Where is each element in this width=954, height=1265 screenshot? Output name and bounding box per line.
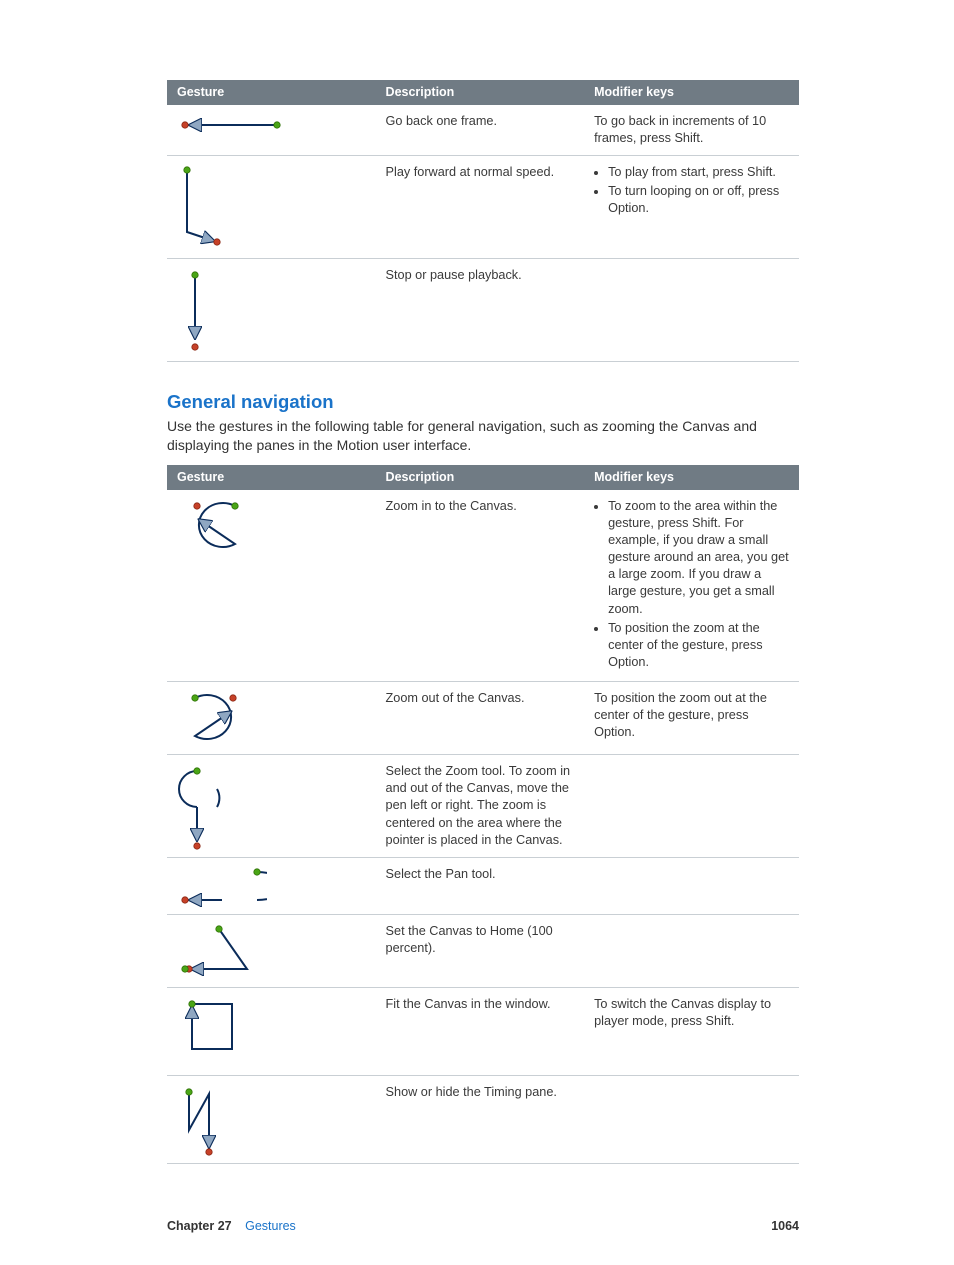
- table-row: Select the Zoom tool. To zoom in and out…: [167, 755, 799, 858]
- desc-cell: Zoom out of the Canvas.: [376, 682, 585, 755]
- gesture-table-playback: Gesture Description Modifier keys Go bac…: [167, 80, 799, 362]
- header-description: Description: [376, 80, 585, 105]
- page-footer: Chapter 27 Gestures 1064: [167, 1210, 799, 1235]
- modifier-cell: To switch the Canvas display to player m…: [584, 988, 799, 1076]
- gesture-play-forward-icon: [177, 162, 247, 252]
- desc-cell: Fit the Canvas in the window.: [376, 988, 585, 1076]
- section-intro: Use the gestures in the following table …: [167, 417, 799, 455]
- desc-cell: Show or hide the Timing pane.: [376, 1076, 585, 1164]
- footer-chapter-label: Chapter 27: [167, 1219, 232, 1233]
- header-modifier-keys: Modifier keys: [584, 465, 799, 490]
- desc-cell: Zoom in to the Canvas.: [376, 490, 585, 682]
- header-gesture: Gesture: [167, 465, 376, 490]
- modifier-list: To play from start, press Shift. To turn…: [594, 164, 789, 217]
- table-row: Set the Canvas to Home (100 percent).: [167, 915, 799, 988]
- modifier-list: To zoom to the area within the gesture, …: [594, 498, 789, 671]
- gesture-timing-pane-icon: [177, 1082, 247, 1157]
- modifier-cell: [584, 915, 799, 988]
- table-row: Show or hide the Timing pane.: [167, 1076, 799, 1164]
- header-gesture: Gesture: [167, 80, 376, 105]
- gesture-table-navigation: Gesture Description Modifier keys Zoom i…: [167, 465, 799, 1164]
- list-item: To play from start, press Shift.: [608, 164, 789, 181]
- desc-cell: Select the Zoom tool. To zoom in and out…: [376, 755, 585, 858]
- gesture-go-back-one-frame-icon: [177, 111, 287, 139]
- list-item: To position the zoom at the center of th…: [608, 620, 789, 671]
- header-description: Description: [376, 465, 585, 490]
- table-row: Play forward at normal speed. To play fr…: [167, 156, 799, 259]
- header-modifier-keys: Modifier keys: [584, 80, 799, 105]
- table-row: Select the Pan tool.: [167, 858, 799, 915]
- gesture-zoom-out-icon: [177, 688, 257, 748]
- desc-cell: Play forward at normal speed.: [376, 156, 585, 259]
- section-title-general-navigation: General navigation: [167, 390, 799, 415]
- page-number: 1064: [771, 1218, 799, 1235]
- list-item: To zoom to the area within the gesture, …: [608, 498, 789, 618]
- gesture-fit-window-icon: [177, 994, 247, 1069]
- modifier-cell: [584, 259, 799, 362]
- desc-cell: Go back one frame.: [376, 105, 585, 156]
- modifier-cell: To position the zoom out at the center o…: [584, 682, 799, 755]
- gesture-zoom-tool-icon: [177, 761, 237, 851]
- modifier-cell: [584, 858, 799, 915]
- gesture-stop-playback-icon: [177, 265, 217, 355]
- modifier-cell: [584, 755, 799, 858]
- modifier-cell: To go back in increments of 10 frames, p…: [584, 105, 799, 156]
- table-row: Zoom out of the Canvas. To position the …: [167, 682, 799, 755]
- table-row: Fit the Canvas in the window. To switch …: [167, 988, 799, 1076]
- table-row: Stop or pause playback.: [167, 259, 799, 362]
- footer-chapter-link[interactable]: Gestures: [245, 1219, 296, 1233]
- gesture-pan-tool-icon: [177, 864, 267, 908]
- table-row: Zoom in to the Canvas. To zoom to the ar…: [167, 490, 799, 682]
- gesture-home-100-icon: [177, 921, 267, 981]
- desc-cell: Set the Canvas to Home (100 percent).: [376, 915, 585, 988]
- desc-cell: Select the Pan tool.: [376, 858, 585, 915]
- list-item: To turn looping on or off, press Option.: [608, 183, 789, 217]
- gesture-zoom-in-icon: [177, 496, 257, 556]
- table-row: Go back one frame. To go back in increme…: [167, 105, 799, 156]
- desc-cell: Stop or pause playback.: [376, 259, 585, 362]
- modifier-cell: [584, 1076, 799, 1164]
